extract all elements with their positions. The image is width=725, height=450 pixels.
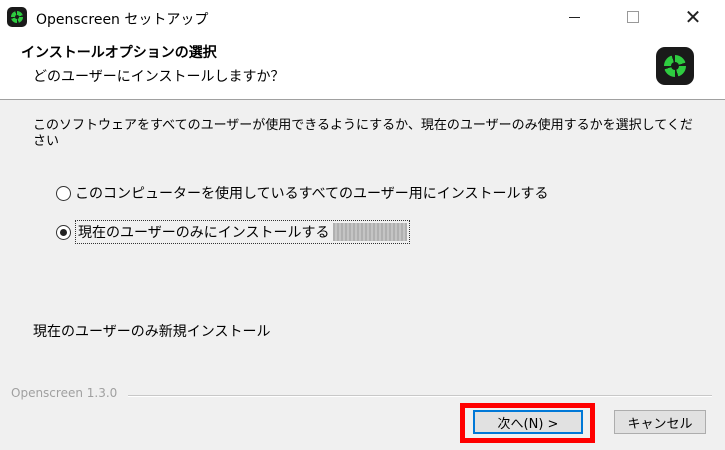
page-header: インストールオプションの選択 どのユーザーにインストールしますか？ (0, 34, 725, 100)
minimize-button[interactable] (551, 0, 597, 34)
radio-button[interactable] (56, 185, 71, 201)
title-bar: Openscreen セットアップ ✕ (0, 0, 725, 34)
openscreen-logo-icon (7, 7, 27, 27)
description-text: このソフトウェアをすべてのユーザーが使用できるようにするか、現在のユーザーのみ使… (33, 118, 693, 149)
footer-divider (128, 395, 712, 397)
maximize-button[interactable] (610, 0, 656, 34)
option-label: このコンピューターを使用しているすべてのユーザー用にインストールする (75, 186, 549, 202)
installer-window: Openscreen セットアップ ✕ インストールオプションの選択 どのユーザ… (0, 0, 725, 450)
page-subtitle: どのユーザーにインストールしますか？ (33, 69, 285, 85)
redacted-username (333, 223, 408, 241)
option-current-user[interactable]: 現在のユーザーのみにインストールする (56, 220, 411, 244)
close-button[interactable]: ✕ (670, 0, 716, 34)
page-title: インストールオプションの選択 (21, 45, 217, 61)
version-label: Openscreen 1.3.0 (11, 386, 118, 400)
option-all-users[interactable]: このコンピューターを使用しているすべてのユーザー用にインストールする (56, 183, 548, 203)
option-focus-frame: 現在のユーザーのみにインストールする (75, 220, 411, 244)
cancel-button[interactable]: キャンセル (614, 410, 706, 434)
window-title: Openscreen セットアップ (36, 12, 209, 28)
openscreen-logo-icon (656, 47, 694, 85)
install-info-text: 現在のユーザーのみ新規インストール (33, 324, 271, 340)
option-label: 現在のユーザーのみにインストールする (78, 225, 330, 241)
radio-button[interactable] (56, 224, 71, 240)
close-icon: ✕ (684, 5, 702, 29)
annotation-highlight-box (460, 403, 595, 443)
maximize-icon (627, 11, 639, 23)
minimize-icon (568, 16, 580, 18)
